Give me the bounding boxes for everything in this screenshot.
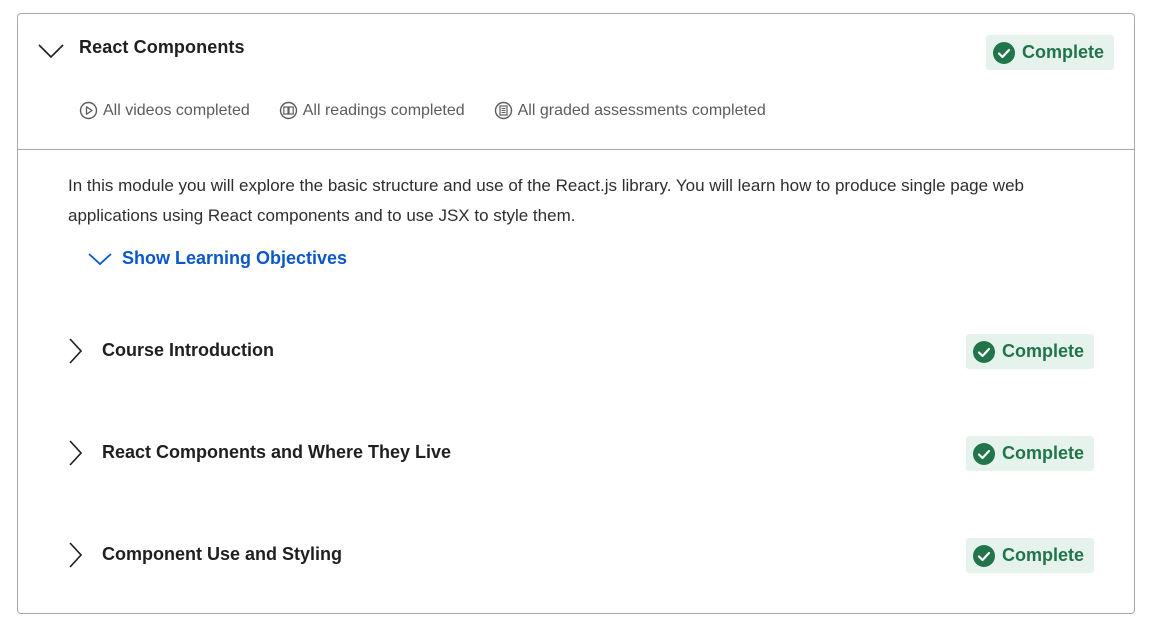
lesson-item[interactable]: Course Introduction Complete <box>60 331 1094 371</box>
expand-lesson-button[interactable] <box>60 331 90 371</box>
check-circle-icon <box>992 41 1015 64</box>
check-circle-icon <box>972 340 995 363</box>
assessments-status: All graded assessments completed <box>494 101 766 120</box>
status-label: Complete <box>1021 42 1104 62</box>
chevron-down-icon <box>88 252 112 265</box>
module-card: React Components Complete All videos com… <box>17 13 1135 614</box>
readings-status: All readings completed <box>279 101 465 120</box>
chevron-down-icon <box>38 44 64 59</box>
lesson-title: Course Introduction <box>102 340 274 360</box>
collapse-module-button[interactable] <box>34 36 68 66</box>
module-description: In this module you will explore the basi… <box>68 176 1024 225</box>
lesson-status-badge: Complete <box>965 334 1094 369</box>
expand-lesson-button[interactable] <box>60 433 90 473</box>
status-label: Complete <box>1001 341 1084 361</box>
videos-status-label: All videos completed <box>103 101 250 119</box>
lesson-item[interactable]: Component Use and Styling Complete <box>60 535 1094 575</box>
module-header[interactable]: React Components Complete All videos com… <box>18 14 1134 150</box>
play-circle-icon <box>79 101 98 120</box>
lesson-title: React Components and Where They Live <box>102 442 452 462</box>
show-learning-objectives-label: Show Learning Objectives <box>122 248 348 268</box>
module-status-badge: Complete <box>985 35 1114 70</box>
book-icon <box>279 101 297 120</box>
chevron-right-icon <box>69 440 82 466</box>
status-label: Complete <box>1001 545 1084 565</box>
lesson-item[interactable]: React Components and Where They Live Com… <box>60 433 1094 473</box>
assessment-icon <box>494 101 512 120</box>
lesson-title: Component Use and Styling <box>102 544 343 564</box>
assessments-status-label: All graded assessments completed <box>517 101 766 119</box>
check-circle-icon <box>972 544 995 567</box>
lesson-status-badge: Complete <box>965 538 1094 573</box>
module-title: React Components <box>79 37 245 57</box>
lesson-status-badge: Complete <box>965 436 1094 471</box>
show-learning-objectives-button[interactable]: Show Learning Objectives <box>88 248 347 269</box>
readings-status-label: All readings completed <box>302 101 465 119</box>
check-circle-icon <box>972 442 995 465</box>
videos-status: All videos completed <box>79 101 250 120</box>
expand-lesson-button[interactable] <box>60 535 90 575</box>
chevron-right-icon <box>69 338 82 364</box>
chevron-right-icon <box>69 542 82 568</box>
status-label: Complete <box>1001 443 1084 463</box>
module-progress-summary: All videos completed All readings comple… <box>79 101 795 120</box>
